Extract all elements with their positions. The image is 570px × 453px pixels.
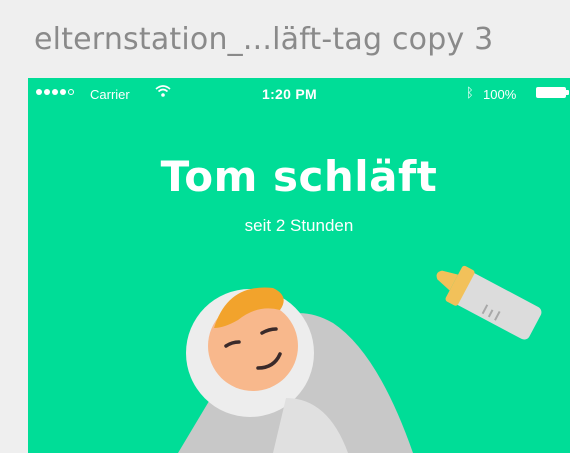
sleeping-baby-icon — [178, 287, 413, 453]
baby-bottle-icon — [436, 265, 542, 340]
phone-screen[interactable]: Carrier 1:20 PM ᛒ 100% Tom schläft seit … — [28, 78, 570, 453]
illustration — [178, 265, 542, 453]
artboard-title[interactable]: elternstation_...läft-tag copy 3 — [34, 22, 493, 57]
